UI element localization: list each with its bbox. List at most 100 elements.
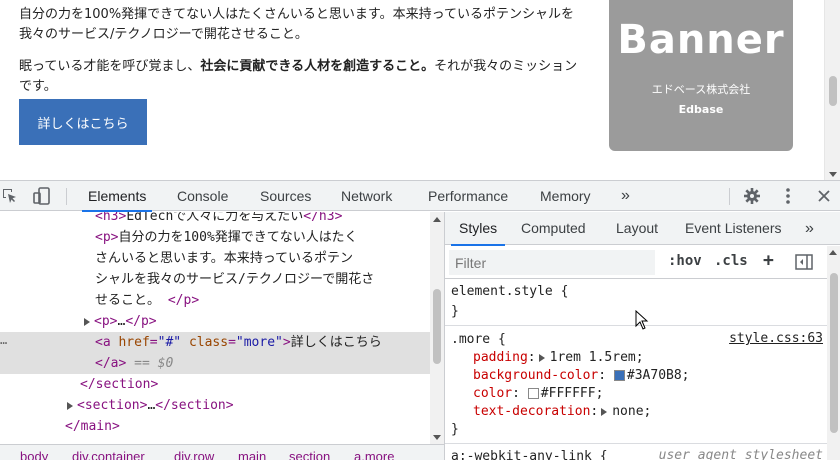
toolbar-separator: [66, 188, 67, 205]
scroll-down-icon[interactable]: [433, 435, 441, 440]
tab-computed[interactable]: Computed: [521, 212, 586, 245]
tab-sources[interactable]: Sources: [260, 181, 311, 211]
prop-color[interactable]: color: #FFFFFF;: [473, 385, 603, 403]
prop-name: color: [473, 386, 513, 401]
a-class-value: "more": [235, 335, 283, 350]
selected-marker: == $0: [134, 356, 174, 371]
expand-triangle-icon[interactable]: [538, 353, 545, 362]
a-href-value: "#": [157, 335, 182, 350]
a-text: 詳しくはこちら: [290, 335, 382, 350]
color-swatch[interactable]: [613, 370, 625, 381]
p-text-line-2: さんいると思います。本来持っているポテン: [95, 251, 354, 266]
devtools-panel: Elements Console Sources Network Perform…: [0, 180, 840, 460]
more-subtabs-icon[interactable]: »: [805, 212, 814, 245]
crumb-body[interactable]: body: [20, 449, 48, 460]
elements-scrollbar[interactable]: [430, 212, 444, 444]
tab-elements[interactable]: Elements: [81, 181, 153, 212]
node-actions-dots[interactable]: …: [0, 333, 7, 347]
prop-name: text-decoration: [473, 404, 591, 419]
kebab-menu-icon[interactable]: [780, 181, 796, 211]
paragraph-2-pre: 眠っている才能を呼び覚まし、: [19, 59, 201, 74]
ua-source: user agent stylesheet: [658, 448, 823, 460]
dom-node-main-close[interactable]: </main>: [65, 416, 444, 437]
settings-icon[interactable]: [741, 181, 763, 211]
breadcrumb: body div.container div.row main section …: [0, 444, 444, 460]
crumb-div-container[interactable]: div.container: [72, 449, 145, 460]
p-text-line-4: せること。: [95, 293, 161, 308]
tab-performance[interactable]: Performance: [428, 181, 508, 211]
page-scrollbar[interactable]: [824, 0, 840, 180]
source-link[interactable]: style.css:63: [729, 331, 823, 346]
paragraph-2-bold: 社会に貢献できる人材を創造すること。: [200, 59, 435, 74]
p-text-line-1: 自分の力を100%発揮できてない人はたく: [118, 230, 358, 245]
prop-value: none;: [612, 404, 652, 419]
styles-filterbar: :hov .cls +: [445, 246, 827, 279]
expand-triangle-icon[interactable]: [601, 407, 608, 416]
brace: }: [451, 304, 459, 319]
more-tabs-icon[interactable]: »: [621, 181, 630, 211]
element-style-selector[interactable]: element.style {: [451, 283, 568, 301]
dom-node-p[interactable]: <p>自分の力を100%発揮できてない人はたく: [95, 227, 444, 248]
tab-event-listeners[interactable]: Event Listeners: [685, 212, 782, 245]
dom-node-a-selected[interactable]: <a href="#" class="more">詳しくはこちら: [0, 332, 430, 353]
prop-text-decoration[interactable]: text-decoration: none;: [473, 403, 651, 421]
tab-network[interactable]: Network: [341, 181, 392, 211]
prop-value: #FFFFFF;: [540, 386, 604, 401]
new-rule-icon[interactable]: +: [763, 250, 774, 271]
banner-company: エドベース株式会社: [651, 83, 751, 96]
expand-triangle-icon[interactable]: [84, 317, 90, 326]
prop-name: background-color: [473, 368, 599, 383]
page-scrollbar-thumb[interactable]: [829, 76, 837, 106]
more-rule-selector[interactable]: .more {: [451, 331, 506, 349]
elements-tree[interactable]: <h3>EdTechで人々に力を与えたい</h3> <p>自分の力を100%発揮…: [0, 212, 444, 444]
dom-node-p-text: シャルを我々のサービス/テクノロジーで開花さ: [95, 269, 444, 290]
dom-node-h3[interactable]: <h3>EdTechで人々に力を与えたい</h3>: [95, 212, 444, 227]
cls-toggle[interactable]: .cls: [714, 253, 748, 269]
elements-scrollbar-thumb[interactable]: [433, 289, 441, 364]
dom-node-p-collapsed[interactable]: <p>…</p>: [84, 311, 444, 332]
filter-input[interactable]: [449, 250, 655, 275]
more-selector-text: .more {: [451, 332, 506, 347]
rule-separator: [445, 443, 827, 444]
crumb-section[interactable]: section: [289, 449, 330, 460]
crumb-main[interactable]: main: [238, 449, 266, 460]
tab-console[interactable]: Console: [177, 181, 228, 211]
more-button[interactable]: 詳しくはこちら: [19, 99, 147, 145]
brace: }: [451, 422, 459, 437]
toggle-sidebar-icon[interactable]: [795, 254, 813, 275]
dom-node-section-collapsed[interactable]: <section>…</section>: [67, 395, 444, 416]
tab-layout[interactable]: Layout: [616, 212, 658, 245]
banner-title: Banner: [617, 17, 785, 63]
dom-node-a-close[interactable]: </a> == $0: [0, 353, 430, 374]
scroll-up-icon[interactable]: [433, 217, 441, 222]
styles-rules[interactable]: element.style { } .more { style.css:63 p…: [445, 280, 827, 460]
styles-tabbar: Styles Computed Layout Event Listeners »: [445, 212, 840, 246]
prop-padding[interactable]: padding: 1rem 1.5rem;: [473, 349, 644, 367]
crumb-a-more[interactable]: a.more: [354, 449, 394, 460]
hov-toggle[interactable]: :hov: [668, 253, 702, 269]
expand-triangle-icon[interactable]: [67, 401, 73, 410]
paragraph-2: 眠っている才能を呼び覚まし、社会に貢献できる人材を創造すること。それが我々のミッ…: [19, 57, 579, 97]
banner-image[interactable]: Banner エドベース株式会社 Edbase: [609, 0, 793, 151]
h3-text: EdTechで人々に力を与えたい: [126, 212, 304, 224]
styles-scrollbar-thumb[interactable]: [830, 273, 838, 433]
page-viewport: 自分の力を100%発揮できてない人はたくさんいると思います。本来持っているポテン…: [0, 0, 840, 180]
more-rule-close: }: [451, 421, 459, 439]
device-toolbar-icon[interactable]: [30, 181, 54, 211]
ua-rule-selector[interactable]: a:-webkit-any-link {: [451, 448, 608, 460]
tab-styles[interactable]: Styles: [450, 212, 506, 246]
scroll-up-icon[interactable]: [829, 250, 837, 255]
paragraph-1: 自分の力を100%発揮できてない人はたくさんいると思います。本来持っているポテン…: [19, 7, 574, 42]
mouse-cursor-icon: [635, 309, 649, 330]
color-swatch[interactable]: [527, 388, 539, 399]
p-text-line-3: シャルを我々のサービス/テクノロジーで開花さ: [95, 272, 375, 287]
tab-memory[interactable]: Memory: [540, 181, 591, 211]
scroll-down-icon[interactable]: [829, 172, 837, 177]
dom-node-section-close[interactable]: </section>: [80, 374, 444, 395]
close-icon[interactable]: [814, 181, 834, 211]
crumb-div-row[interactable]: div.row: [174, 449, 214, 460]
styles-scrollbar[interactable]: [827, 246, 840, 460]
inspect-icon[interactable]: [0, 181, 20, 211]
prop-background-color[interactable]: background-color: #3A70B8;: [473, 367, 690, 385]
dom-node-p-text: さんいると思います。本来持っているポテン: [95, 248, 444, 269]
